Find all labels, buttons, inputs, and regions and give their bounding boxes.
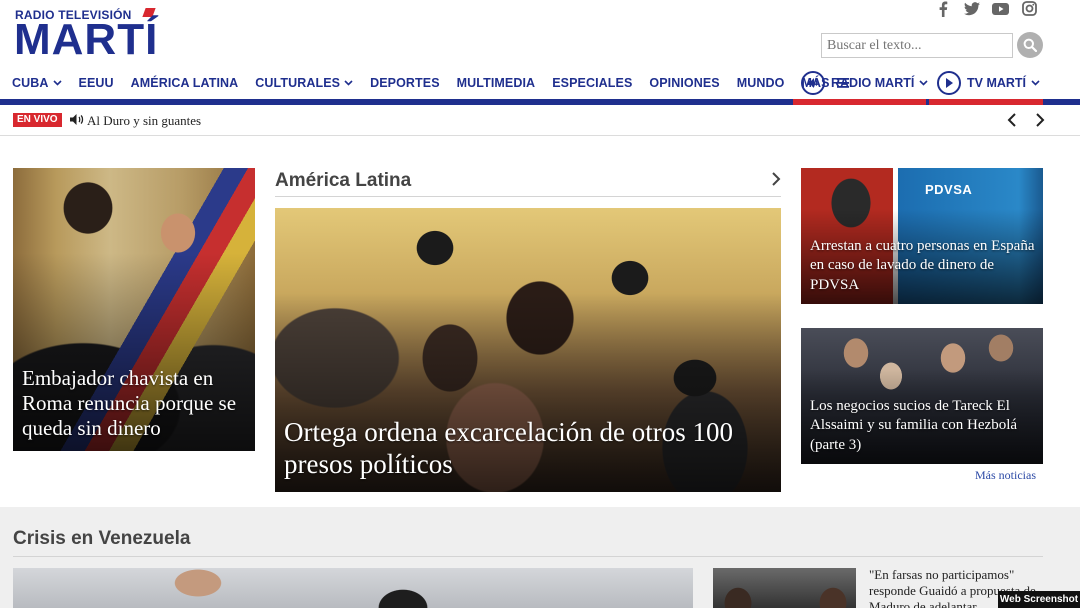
- section-header-america-latina[interactable]: América Latina: [275, 168, 781, 197]
- chevron-right-icon[interactable]: [1034, 112, 1046, 128]
- story-headline[interactable]: Embajador chavista en Roma renuncia porq…: [22, 366, 247, 441]
- tv-marti-label: TV MARTÍ: [967, 76, 1027, 90]
- nav-item-label: CULTURALES: [255, 76, 341, 90]
- story-card-right-2[interactable]: Los negocios sucios de Tareck El Alssaim…: [801, 328, 1043, 464]
- story-card-main[interactable]: Ortega ordena excarcelación de otros 100…: [275, 208, 781, 492]
- story-card-right-1[interactable]: PDVSA Arrestan a cuatro personas en Espa…: [801, 168, 1043, 304]
- search-icon: [1023, 38, 1037, 52]
- play-icon: [937, 71, 961, 95]
- search-input[interactable]: [822, 34, 1012, 57]
- crisis-side-image[interactable]: [713, 568, 856, 608]
- crisis-main-image[interactable]: [13, 568, 693, 608]
- main-nav: CUBA EEUU AMÉRICA LATINA CULTURALES DEPO…: [12, 72, 866, 94]
- site-header: RADIO TELEVISIÓN MARTÍ CUBA EEUU AMÉRICA…: [0, 0, 1080, 106]
- facebook-icon[interactable]: [934, 0, 951, 17]
- section-title[interactable]: Crisis en Venezuela: [13, 528, 190, 550]
- live-bar: EN VIVO Al Duro y sin guantes: [0, 106, 1080, 136]
- nav-item-cuba[interactable]: CUBA: [12, 76, 62, 90]
- speaker-icon: [70, 114, 84, 125]
- site-logo[interactable]: RADIO TELEVISIÓN MARTÍ: [14, 6, 159, 64]
- radio-marti-label: RADIO MARTÍ: [831, 76, 915, 90]
- section-header-crisis: Crisis en Venezuela: [13, 528, 1043, 557]
- image-sign-text: PDVSA: [925, 182, 973, 197]
- nav-item-culturales[interactable]: CULTURALES: [255, 76, 353, 90]
- chevron-down-icon: [344, 80, 353, 86]
- twitter-icon[interactable]: [963, 0, 980, 17]
- nav-item-opiniones[interactable]: OPINIONES: [649, 76, 719, 90]
- tv-marti-menu[interactable]: TV MARTÍ: [937, 68, 1040, 98]
- nav-item-label: CUBA: [12, 76, 49, 90]
- chevron-down-icon: [919, 80, 928, 86]
- radio-stripe: [793, 99, 926, 105]
- instagram-icon[interactable]: [1021, 0, 1038, 17]
- chevron-down-icon: [1031, 80, 1040, 86]
- social-links: [934, 0, 1038, 17]
- nav-item-deportes[interactable]: DEPORTES: [370, 76, 440, 90]
- chevron-down-icon: [52, 80, 62, 86]
- chevron-right-icon[interactable]: [771, 171, 781, 187]
- live-badge: EN VIVO: [13, 113, 62, 127]
- section-title[interactable]: América Latina: [275, 170, 411, 192]
- nav-item-eeuu[interactable]: EEUU: [79, 76, 114, 90]
- story-headline[interactable]: Ortega ordena excarcelación de otros 100…: [284, 416, 773, 480]
- nav-item-especiales[interactable]: ESPECIALES: [552, 76, 632, 90]
- youtube-icon[interactable]: [992, 0, 1009, 17]
- story-headline[interactable]: Los negocios sucios de Tareck El Alssaim…: [810, 397, 1035, 456]
- logo-name: MARTÍ: [14, 15, 159, 64]
- search-button[interactable]: [1017, 32, 1043, 58]
- chevron-left-icon[interactable]: [1006, 112, 1018, 128]
- story-headline[interactable]: Arrestan a cuatro personas en España en …: [810, 237, 1035, 296]
- search-field[interactable]: [821, 33, 1013, 58]
- speaker-icon: [801, 71, 825, 95]
- more-news-link[interactable]: Más noticias: [975, 468, 1036, 483]
- tv-stripe: [929, 99, 1043, 105]
- nav-item-mundo[interactable]: MUNDO: [737, 76, 785, 90]
- story-card-left[interactable]: Embajador chavista en Roma renuncia porq…: [13, 168, 255, 451]
- nav-item-america-latina[interactable]: AMÉRICA LATINA: [131, 76, 239, 90]
- radio-marti-menu[interactable]: RADIO MARTÍ: [801, 68, 928, 98]
- live-program-link[interactable]: Al Duro y sin guantes: [87, 113, 201, 129]
- web-screenshot-watermark: Web Screenshot: [998, 591, 1080, 608]
- nav-item-multimedia[interactable]: MULTIMEDIA: [457, 76, 536, 90]
